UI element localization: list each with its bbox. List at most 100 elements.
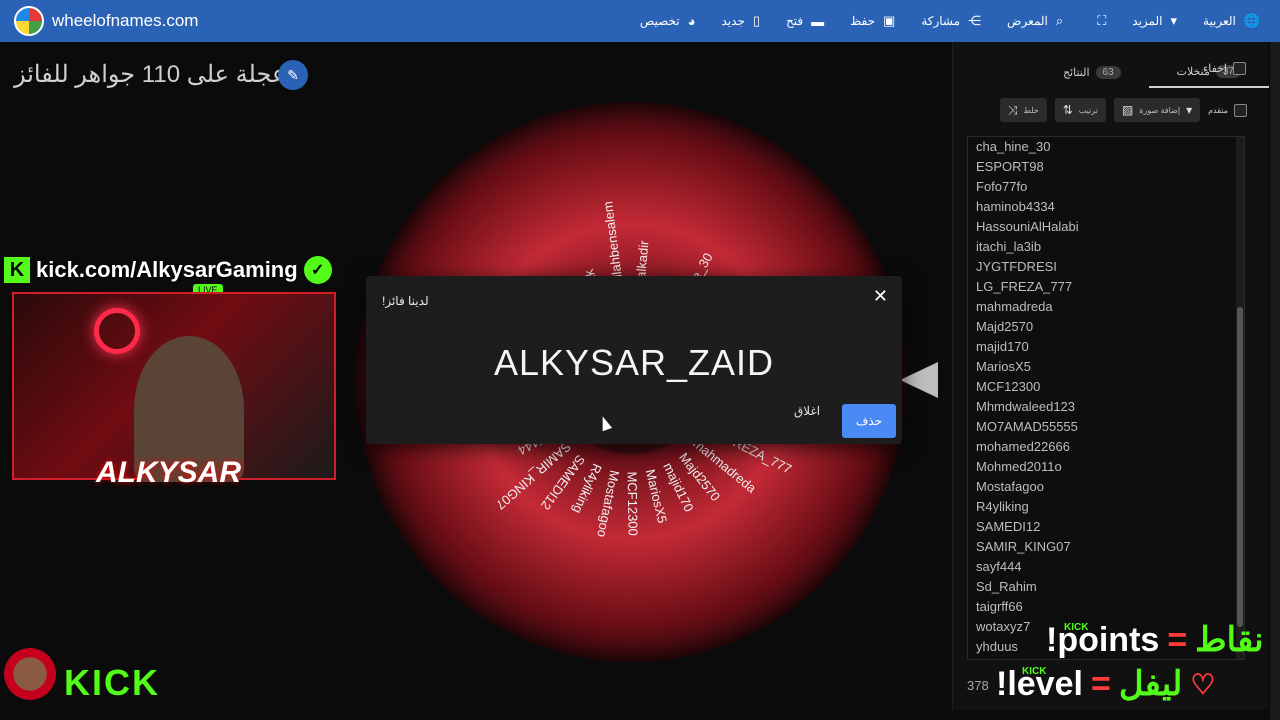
list-item[interactable]: sayf444 (968, 557, 1244, 577)
nav-item-folder[interactable]: ▬ فتح (786, 14, 824, 29)
site-name[interactable]: wheelofnames.com (52, 11, 198, 31)
list-item[interactable]: ESPORT98 (968, 157, 1244, 177)
page-scrollbar[interactable] (1270, 42, 1280, 720)
list-item[interactable]: HassouniAlHalabi (968, 217, 1244, 237)
shuffle-icon: ⤨ (1007, 102, 1018, 117)
entries-textarea[interactable]: cha_hine_30 ESPORT98 Fofo77fo haminob4334 Ha… (967, 136, 1245, 660)
top-navbar: wheelofnames.com 🌐 العربية ▾ المزيد ⛶ ⌕ المعرض… (0, 0, 1280, 42)
image-icon: ▨ (1121, 103, 1134, 117)
nav-item-palette[interactable]: ◕ تخصيص (640, 14, 696, 29)
list-item[interactable]: taigrff66 (968, 597, 1244, 617)
ring-light-icon (94, 308, 140, 354)
equals-sign: = (1167, 620, 1188, 659)
advanced-toggle[interactable]: متقدم (1208, 103, 1247, 117)
list-item[interactable]: Mohmed2011o (968, 457, 1244, 477)
tab-count-badge: 63 (1095, 65, 1121, 79)
shuffle-label: خلط (1023, 105, 1039, 115)
save-icon: ▣ (883, 13, 896, 28)
list-item[interactable]: SAMEDI12 (968, 517, 1244, 537)
remove-button[interactable]: حذف (842, 404, 896, 438)
list-item[interactable]: Majd2570 (968, 317, 1244, 337)
nav-item-label: العربية (1203, 14, 1236, 28)
list-item[interactable]: SAMIR_KING07 (968, 537, 1244, 557)
streamer-avatar (4, 648, 56, 700)
verified-check-icon: ✓ (303, 256, 332, 284)
list-item[interactable]: MO7AMAD55555 (968, 417, 1244, 437)
level-arabic: ليفل (1118, 665, 1183, 703)
caret-down-icon: ▾ (1186, 103, 1193, 117)
list-item[interactable]: cha_hine_30 (968, 137, 1244, 157)
file-icon: ▯ (752, 13, 761, 28)
tab-1[interactable]: 63 النتائج (1035, 65, 1149, 79)
caret-down-icon: ▾ (1170, 13, 1178, 28)
nav-item-search[interactable]: ⌕ المعرض (1007, 13, 1063, 29)
edit-title-button[interactable]: ✎ (278, 60, 308, 90)
wheel-segment-label: MCF12300 (624, 471, 642, 537)
list-item[interactable]: R4yliking (968, 497, 1244, 517)
folder-icon: ▬ (811, 13, 825, 29)
points-arabic: نقاط (1195, 621, 1264, 659)
dialog-title: لدينا فائز! (382, 294, 429, 308)
sort-icon: ⇅ (1062, 103, 1073, 117)
hide-toggle[interactable]: إخفاء (1203, 62, 1246, 75)
winner-dialog: لدينا فائز! ✕ ALKYSAR_ZAID اغلاق حذف (366, 276, 902, 444)
palette-icon: ◕ (687, 13, 696, 29)
entries-scrollbar[interactable] (1236, 137, 1244, 659)
list-item[interactable]: Fofo77fo (968, 177, 1244, 197)
streamer-brand: ALKYSAR (96, 456, 242, 489)
list-item[interactable]: majid170 (968, 337, 1244, 357)
list-item[interactable]: haminob4334 (968, 197, 1244, 217)
list-item[interactable]: Mostafagoo (968, 477, 1244, 497)
nav-item-share[interactable]: ⋲ مشاركة (921, 13, 981, 29)
add-image-button[interactable]: ▾ إضافة صورة ▨ (1113, 98, 1201, 122)
nav-item-label: فتح (786, 14, 804, 28)
nav-item-label: المزيد (1132, 14, 1163, 28)
list-item[interactable]: JYGTFDRESI (968, 257, 1244, 277)
nav-menu: 🌐 العربية ▾ المزيد ⛶ ⌕ المعرض ⋲ مشاركة ▣ حفظ ▬ فتح ▯ ج… (640, 0, 1260, 42)
webcam-overlay (12, 292, 336, 482)
wheel-logo-icon[interactable] (14, 6, 44, 36)
winner-name: ALKYSAR_ZAID (493, 342, 775, 383)
entries-panel: 37 منخلات 63 النتائج إخفاء متقدم ▾ إضافة صو… (952, 42, 1269, 710)
hide-checkbox[interactable] (1233, 62, 1246, 75)
search-icon: ⌕ (1055, 13, 1064, 28)
nav-item-label: جديد (721, 14, 745, 28)
kick-logo: KICK (64, 662, 160, 703)
list-item[interactable]: LG_FREZA_777 (968, 277, 1244, 297)
level-command: !level (996, 664, 1083, 703)
list-item[interactable]: MCF12300 (968, 377, 1244, 397)
nav-item-globe[interactable]: 🌐 العربية (1203, 13, 1260, 29)
list-item[interactable]: MariosX5 (968, 357, 1244, 377)
close-icon[interactable]: ✕ (873, 286, 888, 307)
nav-item-label: المعرض (1007, 14, 1048, 28)
kick-k-icon: K (4, 257, 30, 283)
kick-url-banner: K kick.com/AlkysarGaming ✓ (4, 256, 332, 284)
pencil-icon: ✎ (287, 66, 299, 83)
hide-label: إخفاء (1203, 63, 1227, 75)
list-item[interactable]: mahmadreda (968, 297, 1244, 317)
nav-item-save[interactable]: ▣ حفظ (850, 13, 895, 29)
list-item[interactable]: Sd_Rahim (968, 577, 1244, 597)
list-item[interactable]: mohamed22666 (968, 437, 1244, 457)
list-item[interactable]: Mhmdwaleed123 (968, 397, 1244, 417)
advanced-checkbox[interactable] (1234, 103, 1247, 117)
nav-item-fullscreen[interactable]: ⛶ (1089, 13, 1106, 29)
globe-icon: 🌐 (1243, 13, 1260, 28)
sort-label: ترتيب (1078, 105, 1098, 115)
nav-item-file[interactable]: ▯ جديد (722, 13, 761, 29)
list-item[interactable]: itachi_la3ib (968, 237, 1244, 257)
entries-count: 378 (967, 678, 989, 693)
close-button[interactable]: اغلاق (794, 404, 820, 418)
entries-toolbar: متقدم ▾ إضافة صورة ▨ ترتيب ⇅ خلط ⤨ (967, 98, 1247, 122)
page-title: عجلة على 110 جواهر للفائز (14, 61, 287, 88)
nav-item-label: مشاركة (921, 14, 961, 28)
equals-sign: = (1090, 664, 1111, 703)
scrollbar-thumb[interactable] (1237, 307, 1243, 627)
nav-item-label: حفظ (850, 14, 876, 28)
nav-item-caret-down[interactable]: ▾ المزيد (1132, 13, 1177, 29)
sort-button[interactable]: ترتيب ⇅ (1054, 98, 1106, 122)
tab-label: النتائج (1062, 66, 1090, 79)
nav-item-label: تخصيص (639, 14, 680, 28)
shuffle-button[interactable]: خلط ⤨ (999, 98, 1047, 122)
heart-icon: ♡ (1190, 668, 1216, 700)
